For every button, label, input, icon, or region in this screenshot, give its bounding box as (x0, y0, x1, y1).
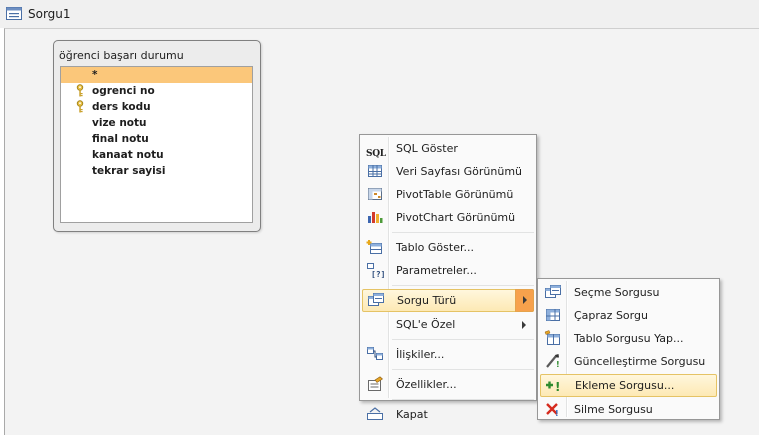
field-label: * (92, 69, 98, 81)
update-query-icon: ! (546, 354, 560, 369)
menu-item-label: Veri Sayfası Görünümü (396, 165, 523, 178)
menu-item-label: Güncelleştirme Sorgusu (574, 355, 706, 368)
field-label: tekrar sayisi (92, 165, 166, 177)
svg-text:!: ! (555, 380, 560, 393)
query-type-submenu: Seçme Sorgusu Çapraz Sorgu Tablo Sorgusu… (537, 278, 720, 420)
field-list[interactable]: * ogrenci no ders kodu vize notu final n… (60, 66, 253, 223)
submenu-item-crosstab-query[interactable]: Çapraz Sorgu (540, 304, 717, 327)
menu-item-label: Özellikler... (396, 378, 457, 391)
menu-separator (392, 369, 534, 370)
field-ders-kodu[interactable]: ders kodu (61, 99, 252, 115)
menu-item-query-type[interactable]: Sorgu Türü (362, 289, 534, 312)
svg-text:[?]: [?] (371, 270, 384, 278)
field-label: kanaat notu (92, 149, 164, 161)
menu-item-label: İlişkiler... (396, 348, 445, 361)
show-table-icon (366, 240, 382, 254)
delete-query-icon: ! (546, 403, 559, 417)
menu-item-label: PivotTable Görünümü (396, 188, 514, 201)
field-label: vize notu (92, 117, 147, 129)
datasheet-icon (368, 165, 382, 177)
menu-item-label: Seçme Sorgusu (574, 286, 660, 299)
relationships-icon (367, 347, 383, 360)
submenu-arrow-highlight (515, 289, 534, 312)
menu-item-label: SQL'e Özel (396, 318, 456, 331)
menu-separator (392, 339, 534, 340)
table-name: öğrenci başarı durumu (59, 49, 184, 62)
pivottable-icon (368, 188, 382, 200)
svg-text:!: ! (556, 360, 560, 369)
field-label: ogrenci no (92, 85, 155, 97)
menu-item-label: Sorgu Türü (397, 294, 457, 307)
menu-separator (392, 399, 534, 400)
field-all[interactable]: * (61, 67, 252, 83)
menu-item-label: PivotChart Görünümü (396, 211, 516, 224)
menu-item-label: Tablo Göster... (396, 241, 474, 254)
select-query-icon (545, 285, 561, 298)
menu-item-label: Silme Sorgusu (574, 403, 653, 416)
window-title-bar: Sorgu1 (0, 0, 759, 28)
primary-key-icon (76, 84, 84, 97)
field-vize-notu[interactable]: vize notu (61, 115, 252, 131)
parameters-icon: [?] (367, 263, 384, 278)
menu-item-pivottable-view[interactable]: PivotTable Görünümü (362, 183, 534, 206)
properties-icon (368, 376, 383, 391)
submenu-item-update-query[interactable]: ! Güncelleştirme Sorgusu (540, 350, 717, 373)
menu-item-show-table[interactable]: Tablo Göster... (362, 236, 534, 259)
field-ogrenci-no[interactable]: ogrenci no (61, 83, 252, 99)
window-title: Sorgu1 (28, 7, 71, 21)
menu-item-label: Tablo Sorgusu Yap... (574, 332, 684, 345)
submenu-arrow-icon (522, 321, 526, 329)
menu-separator (392, 285, 534, 286)
table-field-list[interactable]: öğrenci başarı durumu * ogrenci no ders … (53, 40, 261, 232)
field-label: final notu (92, 133, 149, 145)
context-menu: SQL SQL Göster Veri Sayfası Görünümü Piv… (359, 134, 537, 421)
submenu-item-make-table-query[interactable]: Tablo Sorgusu Yap... (540, 327, 717, 350)
submenu-arrow-icon (523, 296, 527, 304)
menu-item-parameters[interactable]: [?] Parametreler... (362, 259, 534, 282)
query-type-icon (368, 293, 384, 306)
submenu-item-append-query[interactable]: ! Ekleme Sorgusu... (540, 374, 717, 397)
menu-item-pivotchart-view[interactable]: PivotChart Görünümü (362, 206, 534, 229)
menu-item-sql-goster[interactable]: SQL SQL Göster (362, 137, 534, 160)
menu-item-datasheet-view[interactable]: Veri Sayfası Görünümü (362, 160, 534, 183)
menu-separator (392, 232, 534, 233)
menu-item-relationships[interactable]: İlişkiler... (362, 343, 534, 366)
close-icon (367, 407, 383, 420)
pivotchart-icon (368, 212, 383, 223)
crosstab-query-icon (546, 309, 560, 321)
query-window-icon (6, 7, 22, 20)
svg-text:!: ! (555, 409, 559, 417)
field-final-notu[interactable]: final notu (61, 131, 252, 147)
menu-item-sql-specific[interactable]: SQL'e Özel (362, 313, 534, 336)
menu-item-close[interactable]: Kapat (362, 403, 534, 426)
field-kanaat-notu[interactable]: kanaat notu (61, 147, 252, 163)
menu-item-label: Ekleme Sorgusu... (575, 379, 675, 392)
primary-key-icon (76, 100, 84, 113)
menu-item-label: Çapraz Sorgu (574, 309, 648, 322)
menu-item-properties[interactable]: Özellikler... (362, 373, 534, 396)
menu-item-label: SQL Göster (396, 142, 458, 155)
make-table-query-icon (544, 330, 560, 345)
field-tekrar-sayisi[interactable]: tekrar sayisi (61, 163, 252, 179)
menu-item-label: Parametreler... (396, 264, 477, 277)
field-label: ders kodu (92, 101, 151, 113)
submenu-item-select-query[interactable]: Seçme Sorgusu (540, 281, 717, 304)
menu-item-label: Kapat (396, 408, 428, 421)
submenu-item-delete-query[interactable]: ! Silme Sorgusu (540, 398, 717, 421)
append-query-icon: ! (546, 380, 560, 393)
